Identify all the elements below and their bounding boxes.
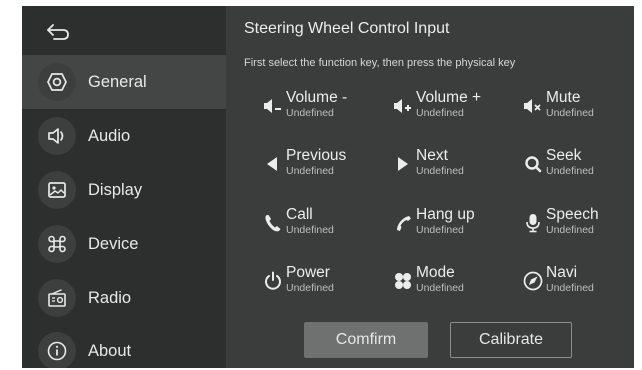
function-key-status: Undefined [546,282,594,294]
function-key-status: Undefined [286,165,334,177]
steering-wheel-control-screen: General Audio Display Device Radio About… [22,6,634,368]
hang-up-icon [392,212,414,234]
image-icon [38,171,76,209]
back-button[interactable] [42,20,74,44]
function-key-volume-down[interactable]: Volume - Undefined [262,89,382,129]
function-key-name: Power [286,264,330,281]
function-key-status: Undefined [546,107,594,119]
function-key-status: Undefined [546,224,594,236]
function-key-name: Seek [546,147,582,164]
info-icon [38,332,76,368]
function-key-name: Call [286,206,313,223]
sidebar-item-label: Radio [88,288,132,307]
function-key-status: Undefined [286,282,334,294]
function-key-name: Volume + [416,89,482,106]
sidebar-item-display[interactable]: Display [22,163,226,217]
sidebar: General Audio Display Device Radio About [22,6,226,368]
navigation-icon [522,270,544,292]
sidebar-item-audio[interactable]: Audio [22,109,226,163]
sidebar-item-label: Device [88,234,139,253]
function-key-name: Mute [546,89,581,106]
sidebar-item-about[interactable]: About [22,324,226,368]
back-arrow-icon [45,23,71,41]
function-key-name: Volume - [286,89,348,106]
function-key-status: Undefined [286,107,334,119]
function-key-mode[interactable]: Mode Undefined [392,264,512,304]
function-key-navi[interactable]: Navi Undefined [522,264,634,304]
confirm-button[interactable]: Comfirm [304,322,428,358]
function-key-hang-up[interactable]: Hang up Undefined [392,206,512,246]
command-icon [38,225,76,263]
hexagon-icon [38,63,76,101]
seek-icon [522,153,544,175]
sidebar-item-label: Display [88,180,143,199]
main-panel: Steering Wheel Control Input First selec… [226,6,634,368]
function-key-name: Hang up [416,206,475,223]
previous-icon [262,153,284,175]
function-key-mute[interactable]: Mute Undefined [522,89,634,129]
function-key-name: Speech [546,206,599,223]
function-key-status: Undefined [546,165,594,177]
function-key-name: Navi [546,264,578,281]
function-key-status: Undefined [286,224,334,236]
sidebar-item-radio[interactable]: Radio [22,271,226,325]
calibrate-button[interactable]: Calibrate [450,322,572,358]
sidebar-item-device[interactable]: Device [22,217,226,271]
function-key-power[interactable]: Power Undefined [262,264,382,304]
phone-icon [262,212,284,234]
sidebar-item-label: About [88,341,132,360]
function-key-name: Mode [416,264,455,281]
function-key-previous[interactable]: Previous Undefined [262,147,382,187]
speaker-icon [38,117,76,155]
radio-icon [38,279,76,317]
function-key-status: Undefined [416,165,464,177]
function-key-status: Undefined [416,107,464,119]
function-key-call[interactable]: Call Undefined [262,206,382,246]
sidebar-item-label: General [88,72,147,91]
function-key-status: Undefined [416,282,464,294]
sidebar-item-general[interactable]: General [22,55,226,109]
function-key-seek[interactable]: Seek Undefined [522,147,634,187]
page-title: Steering Wheel Control Input [244,20,450,37]
instruction-text: First select the function key, then pres… [244,57,516,69]
function-key-next[interactable]: Next Undefined [392,147,512,187]
function-key-name: Next [416,147,448,164]
function-key-speech[interactable]: Speech Undefined [522,206,634,246]
volume-up-icon [392,95,414,117]
sidebar-item-label: Audio [88,126,131,145]
volume-down-icon [262,95,284,117]
mute-icon [522,95,544,117]
microphone-icon [522,212,544,234]
function-key-status: Undefined [416,224,464,236]
mode-icon [392,270,414,292]
function-key-name: Previous [286,147,347,164]
function-key-volume-up[interactable]: Volume + Undefined [392,89,512,129]
power-icon [262,270,284,292]
next-icon [392,153,414,175]
